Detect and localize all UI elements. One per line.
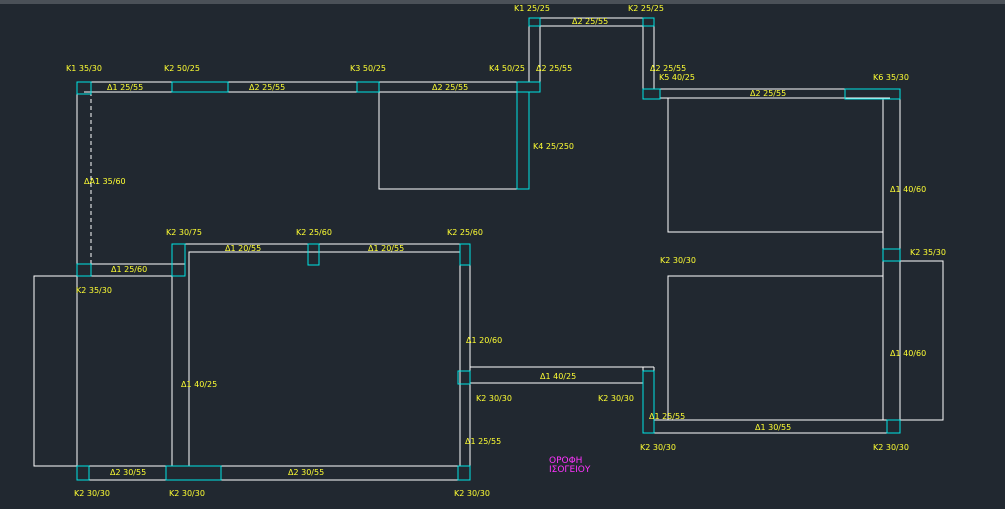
label: Δ2 25/55 (249, 83, 285, 92)
label: Δ2 30/55 (288, 468, 324, 477)
column (882, 248, 901, 262)
label: Δ1 40/60 (890, 349, 926, 358)
room-outline (899, 260, 944, 421)
label: K2 30/30 (476, 394, 512, 403)
label: K2 35/30 (910, 248, 946, 257)
label: K2 35/30 (76, 286, 112, 295)
label: K4 25/250 (533, 142, 574, 151)
label: K4 50/25 (489, 64, 525, 73)
label: Δ1 25/55 (107, 83, 143, 92)
column (528, 17, 541, 27)
label: K2 25/25 (628, 4, 664, 13)
label: K2 30/30 (74, 489, 110, 498)
label: K2 30/30 (660, 256, 696, 265)
room-outline (667, 275, 884, 421)
room-outline (33, 275, 78, 467)
label: Δ2 25/55 (572, 17, 608, 26)
plan-title: ΟΡΟΦΗ ΙΣΟΓΕΙΟΥ (549, 456, 591, 475)
label: Δ2 30/55 (110, 468, 146, 477)
column (642, 88, 661, 100)
label: Δ1 30/55 (755, 423, 791, 432)
column (171, 243, 186, 277)
column (459, 243, 471, 266)
label: Δ2 25/55 (536, 64, 572, 73)
column (356, 81, 380, 93)
label: K2 30/30 (598, 394, 634, 403)
element-labels: K1 35/30 K2 50/25 K3 50/25 K4 50/25 K1 2… (66, 4, 946, 498)
label: K2 30/30 (640, 443, 676, 452)
plan-title-line2: ΙΣΟΓΕΙΟΥ (549, 465, 591, 475)
column (886, 419, 901, 434)
label: K5 40/25 (659, 73, 695, 82)
column (76, 465, 90, 481)
label: Δ2 25/55 (750, 89, 786, 98)
columns (76, 17, 901, 481)
column (457, 465, 471, 481)
label: K2 30/30 (169, 489, 205, 498)
label: Δ1 40/25 (540, 372, 576, 381)
column (516, 81, 541, 93)
column (307, 243, 320, 266)
label: K2 30/30 (454, 489, 490, 498)
label: Δ1 20/60 (466, 336, 502, 345)
label: Δ2 25/55 (650, 64, 686, 73)
floor-plan-drawing: K1 35/30 K2 50/25 K3 50/25 K4 50/25 K1 2… (33, 4, 946, 498)
column (171, 81, 229, 93)
label: ΔΑ1 35/60 (84, 177, 126, 186)
column (642, 370, 655, 434)
label: Δ1 20/55 (225, 244, 261, 253)
label: K6 35/30 (873, 73, 909, 82)
column (165, 465, 222, 481)
label: K2 30/75 (166, 228, 202, 237)
room-outline (378, 91, 530, 190)
label: Δ1 25/55 (465, 437, 501, 446)
label: K1 25/25 (514, 4, 550, 13)
column (76, 263, 92, 277)
label: K1 35/30 (66, 64, 102, 73)
label: K3 50/25 (350, 64, 386, 73)
label: K2 25/60 (447, 228, 483, 237)
column (516, 91, 530, 190)
label: Δ1 40/60 (890, 185, 926, 194)
label: K2 30/30 (873, 443, 909, 452)
column (642, 17, 655, 27)
label: Δ2 25/55 (432, 83, 468, 92)
room-outline (188, 251, 461, 467)
room-outline (667, 97, 884, 233)
beam-outlines (33, 17, 944, 481)
label: Δ1 25/60 (111, 265, 147, 274)
label: Δ1 25/55 (649, 412, 685, 421)
label: Δ1 40/25 (181, 380, 217, 389)
label: Δ1 20/55 (368, 244, 404, 253)
label: K2 50/25 (164, 64, 200, 73)
label: K2 25/60 (296, 228, 332, 237)
